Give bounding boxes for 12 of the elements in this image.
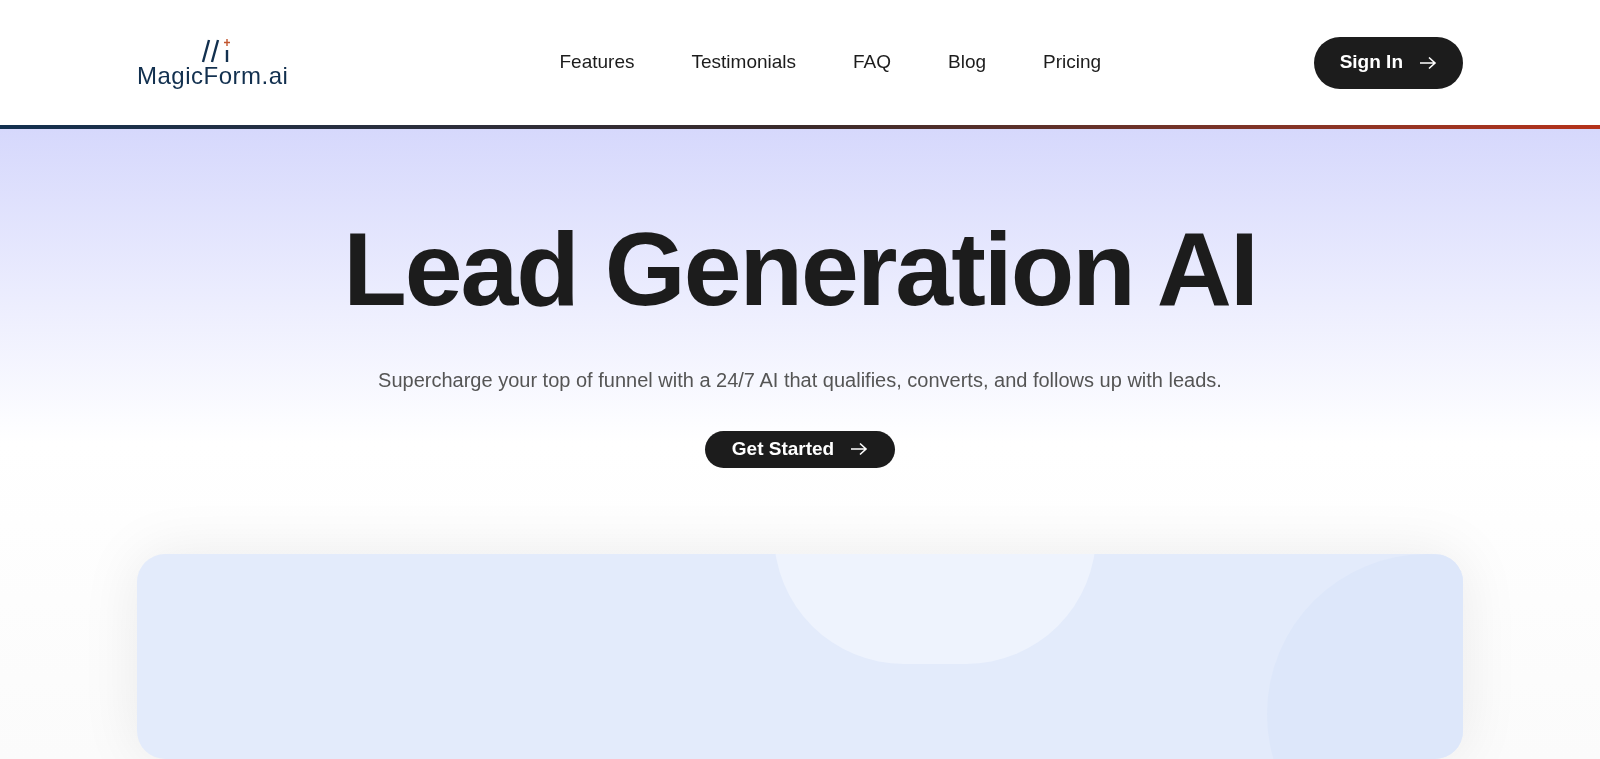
nav-link[interactable]: Testimonials — [691, 48, 797, 77]
nav-link[interactable]: Blog — [948, 48, 987, 77]
hero-title: Lead Generation AI — [343, 217, 1257, 321]
arrow-right-icon — [850, 442, 869, 457]
nav-link[interactable]: Features — [559, 48, 635, 77]
arrow-right-icon — [1419, 55, 1437, 70]
nav-link[interactable]: FAQ — [853, 48, 892, 77]
get-started-button[interactable]: Get Started — [704, 431, 896, 468]
nav-link[interactable]: Pricing — [1043, 48, 1102, 77]
hero-subtitle: Supercharge your top of funnel with a 24/7 AI that qualifies, converts, and follows up with leads. — [378, 368, 1222, 393]
sign-in-button[interactable]: Sign In — [1313, 36, 1463, 89]
logo-text[interactable]: MagicForm.ai — [137, 63, 289, 88]
